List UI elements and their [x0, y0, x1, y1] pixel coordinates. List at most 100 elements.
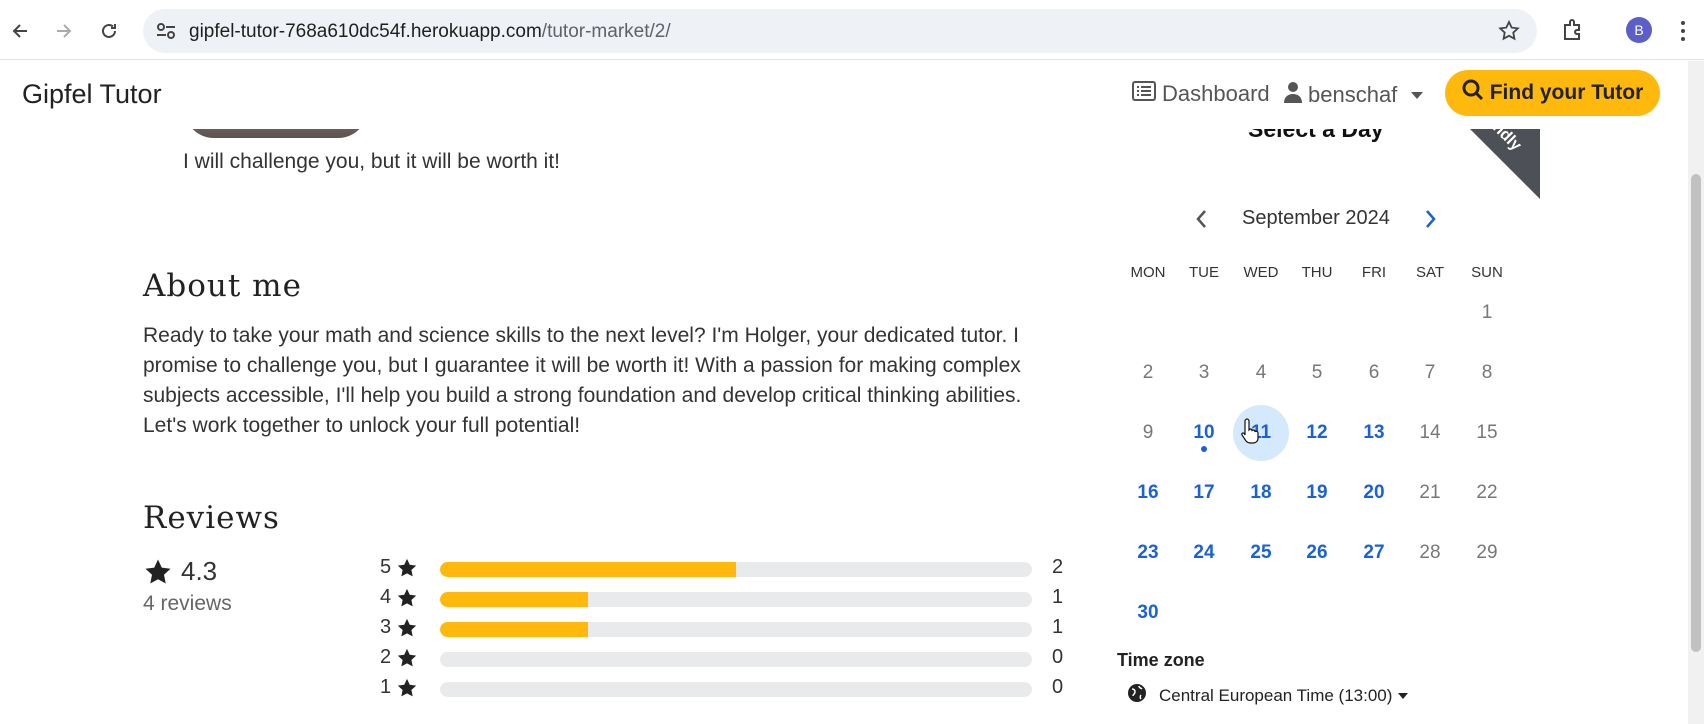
calendar-day-available[interactable]: 17 [1176, 465, 1232, 521]
browser-toolbar: gipfel-tutor-768a610dc54f.herokuapp.com/… [0, 0, 1704, 60]
rating-bar [440, 592, 1032, 607]
weekday-label: FRI [1361, 264, 1387, 281]
url-host: gipfel-tutor-768a610dc54f.herokuapp.com [189, 21, 542, 42]
chevron-left-icon[interactable] [1192, 207, 1212, 231]
calendar-day-number: 18 [1250, 482, 1272, 503]
star-icon [397, 648, 417, 667]
calendar-day-available[interactable]: 24 [1176, 525, 1232, 581]
today-dot [1201, 446, 1207, 452]
calendar-day-number: 29 [1476, 542, 1498, 563]
calendar-day-number: 13 [1363, 422, 1385, 443]
calendar-day-number: 1 [1481, 302, 1493, 323]
calendar-day-number: 16 [1137, 482, 1159, 503]
average-rating: 4.3 [143, 556, 217, 587]
calendar-day: 3 [1176, 345, 1232, 401]
profile-avatar[interactable]: B [1626, 17, 1652, 43]
calendar-day-available[interactable]: 13 [1346, 405, 1402, 461]
star-icon [397, 678, 417, 697]
find-tutor-label: Find your Tutor [1489, 81, 1644, 104]
calendar-day-available[interactable]: 12 [1289, 405, 1345, 461]
calendar-day: 14 [1402, 405, 1458, 461]
timezone-select[interactable]: Central European Time (13:00) [1127, 683, 1409, 708]
calendar-day-number: 21 [1419, 482, 1441, 503]
rating-bar [440, 622, 1032, 637]
calendar-day-number: 27 [1363, 542, 1385, 563]
average-value: 4.3 [181, 556, 218, 586]
dashboard-label: Dashboard [1162, 81, 1270, 106]
bookmark-star-icon[interactable] [1497, 19, 1521, 43]
calendar-day-number: 30 [1137, 602, 1159, 623]
chevron-down-icon [1398, 692, 1409, 699]
about-text: Ready to take your math and science skil… [143, 324, 1022, 437]
calendar-day-available[interactable]: 30 [1120, 585, 1176, 641]
chevron-down-icon [1411, 91, 1424, 99]
calendar-day-number: 4 [1255, 362, 1267, 383]
site-settings-icon[interactable] [155, 21, 177, 41]
calendar-day-number: 12 [1306, 422, 1328, 443]
rating-stars-number: 2 [380, 646, 392, 668]
calendar-day-available[interactable]: 10 [1176, 405, 1232, 461]
month-label: September 2024 [1242, 207, 1390, 229]
calendar-day: 4 [1233, 345, 1289, 401]
calendar-day-available[interactable]: 26 [1289, 525, 1345, 581]
calendar-day-available[interactable]: 27 [1346, 525, 1402, 581]
brand-logo[interactable]: Gipfel Tutor [22, 79, 162, 110]
rating-row: 52 [380, 556, 1080, 580]
chevron-right-icon[interactable] [1420, 207, 1440, 231]
find-tutor-button[interactable]: Find your Tutor [1445, 70, 1660, 116]
rating-bar-fill [440, 622, 588, 637]
calendar-day: 29 [1459, 525, 1515, 581]
browser-menu-icon[interactable] [1676, 17, 1690, 45]
rating-stars-number: 3 [380, 616, 392, 638]
calendar-day-available[interactable]: 23 [1120, 525, 1176, 581]
list-icon [1132, 81, 1156, 107]
back-icon[interactable] [3, 14, 37, 48]
calendar-day-available[interactable]: 20 [1346, 465, 1402, 521]
calendar-day-number: 14 [1419, 422, 1441, 443]
calendar-day-number: 9 [1142, 422, 1154, 443]
forward-icon[interactable] [47, 14, 81, 48]
rating-bar [440, 562, 1032, 577]
rating-count: 1 [1052, 616, 1064, 638]
calendar-day-number: 17 [1193, 482, 1215, 503]
calendar-day-available[interactable]: 18 [1233, 465, 1289, 521]
hand-cursor-icon [1241, 418, 1259, 444]
star-icon [397, 588, 417, 607]
star-icon [397, 558, 417, 577]
calendar-day-available[interactable]: 16 [1120, 465, 1176, 521]
star-icon [145, 559, 171, 583]
scrollbar-thumb[interactable] [1691, 174, 1701, 652]
url-text[interactable]: gipfel-tutor-768a610dc54f.herokuapp.com/… [189, 21, 671, 43]
calendar-day-number: 22 [1476, 482, 1498, 503]
calendar-day-number: 15 [1476, 422, 1498, 443]
weekday-label: THU [1301, 264, 1333, 281]
calendar-day: 15 [1459, 405, 1515, 461]
weekday-label: SAT [1415, 264, 1445, 281]
calendar-day-number: 20 [1363, 482, 1385, 503]
about-heading: About me [143, 268, 302, 304]
weekday-label: SUN [1471, 264, 1503, 281]
user-icon [1284, 81, 1302, 109]
globe-icon [1127, 683, 1147, 708]
user-name: benschaf [1308, 82, 1398, 107]
calendar-day-available[interactable]: 19 [1289, 465, 1345, 521]
dashboard-link[interactable]: Dashboard [1132, 81, 1270, 107]
calendar-day-number: 28 [1419, 542, 1441, 563]
tutor-tagline: I will challenge you, but it will be wor… [183, 150, 561, 173]
weekday-label: WED [1243, 264, 1279, 281]
weekday-label: MON [1130, 264, 1166, 281]
calendar-day: 8 [1459, 345, 1515, 401]
rating-bar [440, 682, 1032, 697]
rating-bar-fill [440, 592, 588, 607]
rating-count: 0 [1052, 676, 1064, 698]
extensions-icon[interactable] [1560, 17, 1586, 43]
address-bar[interactable]: gipfel-tutor-768a610dc54f.herokuapp.com/… [143, 9, 1537, 53]
calendar-day: 22 [1459, 465, 1515, 521]
star-icon [397, 618, 417, 637]
calendar-day-number: 5 [1311, 362, 1323, 383]
calendar-day-number: 23 [1137, 542, 1159, 563]
user-menu[interactable]: benschaf [1284, 81, 1424, 109]
calendar-day-available[interactable]: 25 [1233, 525, 1289, 581]
calendar-day-number: 3 [1198, 362, 1210, 383]
reload-icon[interactable] [92, 14, 126, 48]
